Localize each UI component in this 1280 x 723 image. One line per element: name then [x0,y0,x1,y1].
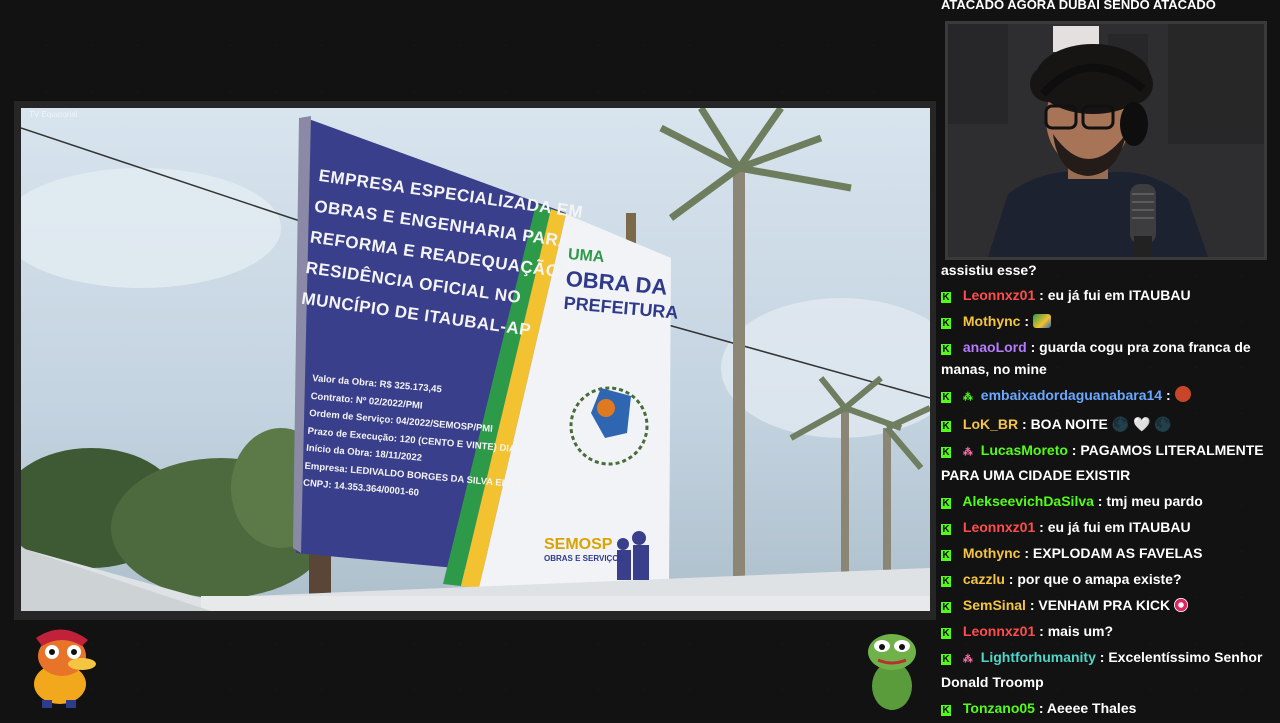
chat-prev-tail: assistiu esse? [941,262,1037,278]
kick-badge-icon: K [941,498,951,509]
chat-username[interactable]: SemSinal [963,597,1026,613]
chat-message: K Leonnxz01 : eu já fui em ITAUBAU [941,284,1271,306]
chat-username[interactable]: Mothync [963,313,1021,329]
kick-badge-icon: K [941,318,951,329]
agency-subtitle: OBRAS E SERVIÇOS [544,554,624,563]
chat-message: K Leonnxz01 : eu já fui em ITAUBAU [941,516,1271,538]
chat-username[interactable]: Leonnxz01 [963,623,1035,639]
chat-text: : tmj meu pardo [1097,493,1203,509]
chat-username[interactable]: LoK_BR [963,416,1018,432]
chat-message: K Mothync : [941,310,1271,332]
kick-badge-icon: K [941,447,951,458]
chat-text: : eu já fui em ITAUBAU [1039,287,1191,303]
billboard-slogan: UMA OBRA DA PREFEITURA [563,243,684,325]
face-emote-icon [1174,386,1191,402]
chat-message: K ⁂ LucasMoreto : PAGAMOS LITERALMENTE P… [941,439,1271,486]
frog-mascot-icon [868,634,916,710]
chat-message: K ⁂ embaixadordaguanabara14 : [941,384,1271,409]
chat-text: : [1024,313,1030,329]
kick-badge-icon: K [941,628,951,639]
chat-text: : Aeeee Thales [1038,700,1137,716]
agency-logo: SEMOSP OBRAS E SERVIÇOS [544,536,624,563]
chat-panel[interactable]: assistiu esse? K Leonnxz01 : eu já fui e… [941,260,1271,723]
chat-username[interactable]: AlekseevichDaSilva [962,493,1094,509]
chat-username[interactable]: embaixadordaguanabara14 [981,387,1162,403]
chat-username[interactable]: Tonzano05 [963,700,1035,716]
chat-header-line: ATACADO AGORA DUBAI SENDO ATACADO [941,0,1216,12]
chat-message: K ⁂ Lightforhumanity : Excelentíssimo Se… [941,646,1271,693]
agency-name: SEMOSP [544,536,613,553]
chat-username[interactable]: Lightforhumanity [981,649,1096,665]
chat-username[interactable]: Leonnxz01 [963,519,1035,535]
flag-emote-icon [1032,314,1051,328]
chat-message: K Tonzano05 : Aeeee Thales [941,697,1271,719]
chat-header-text: ATACADO AGORA DUBAI SENDO ATACADO [941,0,1271,14]
target-emote-icon [1173,598,1188,612]
sub-badge-icon: ⁂ [962,392,973,403]
kick-badge-icon: K [941,421,951,432]
streamer-camera [948,24,1264,257]
chat-message: K AlekseevichDaSilva : tmj meu pardo [941,490,1271,512]
chat-text: : BOA NOITE 🌑 🤍 🌑 [1022,416,1172,432]
kick-badge-icon: K [941,705,951,716]
video-watermark: TV Equatorial [29,110,78,119]
kick-badge-icon: K [941,576,951,587]
chat-text: : mais um? [1039,623,1114,639]
duck-mascot-icon [34,629,96,708]
chat-message: K Leonnxz01 : mais um? [941,620,1271,642]
chat-text: : VENHAM PRA KICK [1029,597,1171,613]
chat-username[interactable]: cazzlu [963,571,1005,587]
video-player[interactable]: TV Equatorial EMPRESA ESPECIALIZADA EM O… [21,108,930,611]
chat-message: K Mothync : EXPLODAM AS FAVELAS [941,542,1271,564]
chat-message: K anaoLord : guarda cogu pra zona franca… [941,336,1271,380]
chat-message: K cazzlu : por que o amapa existe? [941,568,1271,590]
kick-badge-icon: K [941,524,951,535]
kick-badge-icon: K [941,602,951,613]
kick-badge-icon: K [941,550,951,561]
kick-badge-icon: K [941,344,951,355]
sub-badge-icon: ⁂ [962,654,973,665]
chat-text: : [1165,387,1171,403]
webcam-overlay [945,21,1267,260]
chat-text: : por que o amapa existe? [1008,571,1182,587]
sub-badge-icon: ⁂ [962,447,973,458]
chat-message: K SemSinal : VENHAM PRA KICK [941,594,1271,616]
chat-username[interactable]: Mothync [963,545,1021,561]
kick-badge-icon: K [941,654,951,665]
kick-badge-icon: K [941,392,951,403]
chat-message: K LoK_BR : BOA NOITE 🌑 🤍 🌑 [941,413,1271,435]
chat-text: : eu já fui em ITAUBAU [1039,519,1191,535]
chat-username[interactable]: anaoLord [963,339,1027,355]
chat-text: : EXPLODAM AS FAVELAS [1024,545,1203,561]
chat-username[interactable]: Leonnxz01 [963,287,1035,303]
billboard-details: Valor da Obra: R$ 325.173,45 Contrato: N… [302,370,534,511]
chat-username[interactable]: LucasMoreto [981,442,1068,458]
kick-badge-icon: K [941,292,951,303]
